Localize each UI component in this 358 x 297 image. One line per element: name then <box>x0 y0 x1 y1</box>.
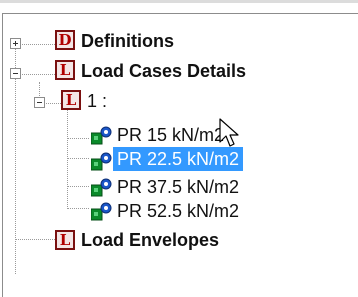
tree-item-load-case[interactable]: PR 37.5 kN/m2 <box>113 175 243 199</box>
tree-line <box>67 208 89 209</box>
tree-item-load-case[interactable]: PR 15 kN/m2 <box>113 123 228 147</box>
tree-item-definitions[interactable]: Definitions <box>81 29 174 53</box>
load-case-icon <box>91 152 112 171</box>
tree-item-case-group[interactable]: 1 : <box>87 89 107 113</box>
case-group-document-icon: L <box>61 90 81 110</box>
load-cases-details-document-icon: L <box>55 60 75 80</box>
load-envelopes-document-icon: L <box>55 230 75 250</box>
tree-view-panel[interactable]: D Definitions L Load Cases Details L 1 :… <box>2 13 358 297</box>
tree-line <box>67 186 89 187</box>
tree-line <box>15 48 16 274</box>
load-case-icon <box>91 126 112 145</box>
tree-line <box>15 44 55 45</box>
window-top-border <box>0 0 358 3</box>
tree-item-load-cases-details[interactable]: Load Cases Details <box>81 59 246 83</box>
load-case-icon <box>91 202 112 221</box>
load-case-icon <box>91 178 112 197</box>
tree-line <box>67 158 89 159</box>
tree-line <box>67 138 89 139</box>
tree-item-load-case-selected[interactable]: PR 22.5 kN/m2 <box>113 147 244 171</box>
tree-line <box>67 110 68 209</box>
mouse-pointer-icon <box>219 118 239 147</box>
tree-line <box>15 239 55 240</box>
collapse-load-cases-details-toggle[interactable] <box>10 68 21 79</box>
tree-item-load-envelopes[interactable]: Load Envelopes <box>81 228 219 252</box>
definitions-document-icon: D <box>55 30 75 50</box>
expand-definitions-toggle[interactable] <box>10 38 21 49</box>
tree-line <box>15 74 55 75</box>
tree-item-load-case[interactable]: PR 52.5 kN/m2 <box>113 199 243 223</box>
collapse-case-group-toggle[interactable] <box>34 97 45 108</box>
